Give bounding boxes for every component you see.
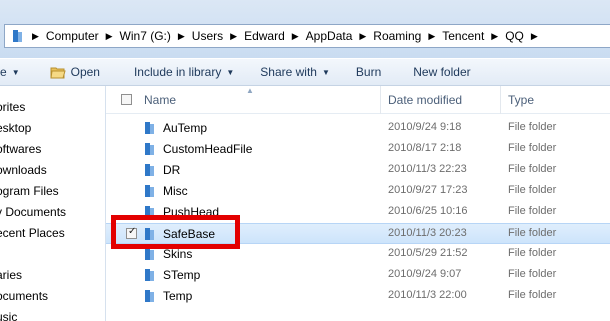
column-divider[interactable]: [500, 86, 501, 114]
list-item[interactable]: Temp 2010/11/3 22:00 File folder: [106, 286, 610, 307]
crumb-edward[interactable]: Edward: [240, 25, 289, 47]
folder-icon: [145, 164, 154, 176]
folder-icon: [13, 30, 22, 42]
file-date: 2010/6/25 10:16: [388, 205, 468, 217]
file-type: File folder: [508, 289, 557, 301]
file-name: DR: [163, 163, 181, 177]
command-bar: e ▼ Open Include in library ▼ Share with…: [0, 58, 610, 86]
nav-item-my-documents[interactable]: y Documents: [0, 205, 66, 219]
file-name: CustomHeadFile: [163, 142, 253, 156]
crumb-users[interactable]: Users: [188, 25, 227, 47]
new-folder-button[interactable]: New folder: [405, 61, 478, 83]
file-type: File folder: [508, 227, 557, 239]
include-in-library-button[interactable]: Include in library ▼: [126, 61, 242, 83]
nav-item-program-files[interactable]: ogram Files: [0, 184, 59, 198]
breadcrumb[interactable]: ▶ Computer ▶ Win7 (G:) ▶ Users ▶ Edward …: [4, 24, 610, 48]
breadcrumb-arrow-icon[interactable]: ▶: [528, 31, 541, 42]
folder-icon: [145, 143, 154, 155]
folder-icon: [145, 185, 154, 197]
nav-item-desktop[interactable]: esktop: [0, 121, 31, 135]
crumb-computer[interactable]: Computer: [42, 25, 103, 47]
file-date: 2010/11/3 22:23: [388, 163, 467, 175]
list-item[interactable]: CustomHeadFile 2010/8/17 2:18 File folde…: [106, 139, 610, 160]
organize-label: e: [0, 65, 7, 79]
file-name: Temp: [163, 289, 193, 303]
file-type: File folder: [508, 268, 557, 280]
open-label: Open: [70, 65, 100, 79]
list-item[interactable]: Misc 2010/9/27 17:23 File folder: [106, 181, 610, 202]
file-type: File folder: [508, 205, 557, 217]
crumb-tencent[interactable]: Tencent: [438, 25, 488, 47]
breadcrumb-arrow-icon[interactable]: ▶: [103, 31, 116, 42]
organize-button[interactable]: e ▼: [0, 61, 28, 83]
file-type: File folder: [508, 184, 557, 196]
breadcrumb-arrow-icon[interactable]: ▶: [175, 31, 188, 42]
address-bar-area: ▶ Computer ▶ Win7 (G:) ▶ Users ▶ Edward …: [0, 0, 610, 58]
list-item[interactable]: AuTemp 2010/9/24 9:18 File folder: [106, 118, 610, 139]
nav-item-favorites[interactable]: orites: [0, 100, 25, 114]
column-type[interactable]: Type: [508, 93, 534, 107]
burn-label: Burn: [355, 65, 382, 79]
file-name: AuTemp: [163, 121, 208, 135]
caret-down-icon: ▼: [11, 67, 20, 77]
file-date: 2010/9/24 9:07: [388, 268, 462, 280]
nav-item-recent-places[interactable]: ecent Places: [0, 226, 65, 240]
navigation-pane: orites esktop oftwares ownloads ogram Fi…: [0, 86, 106, 321]
breadcrumb-arrow-icon[interactable]: ▶: [29, 31, 42, 42]
nav-item-softwares[interactable]: oftwares: [0, 142, 41, 156]
share-label: Share with: [260, 65, 317, 79]
column-date-modified[interactable]: Date modified: [388, 93, 462, 107]
breadcrumb-arrow-icon[interactable]: ▶: [227, 31, 240, 42]
folder-icon: [50, 67, 66, 79]
folder-icon: [145, 122, 154, 134]
crumb-appdata[interactable]: AppData: [302, 25, 357, 47]
column-header: ▲ Name Date modified Type: [106, 86, 610, 114]
file-date: 2010/11/3 20:23: [388, 227, 467, 239]
select-all-checkbox[interactable]: [121, 94, 132, 105]
file-date: 2010/5/29 21:52: [388, 247, 468, 259]
caret-down-icon: ▼: [321, 67, 330, 77]
folder-icon: [145, 269, 154, 281]
file-list: ▲ Name Date modified Type AuTemp 2010/9/…: [106, 86, 610, 321]
file-date: 2010/9/27 17:23: [388, 184, 468, 196]
column-name[interactable]: Name: [144, 93, 176, 107]
nav-item-music[interactable]: usic: [0, 310, 17, 321]
breadcrumb-arrow-icon[interactable]: ▶: [488, 31, 501, 42]
nav-item-downloads[interactable]: ownloads: [0, 163, 47, 177]
file-type: File folder: [508, 163, 557, 175]
crumb-roaming[interactable]: Roaming: [369, 25, 425, 47]
highlight-annotation-box: [111, 215, 240, 249]
crumb-drive[interactable]: Win7 (G:): [116, 25, 175, 47]
nav-item-documents[interactable]: ocuments: [0, 289, 48, 303]
breadcrumb-arrow-icon[interactable]: ▶: [289, 31, 302, 42]
nav-item-libraries[interactable]: aries: [0, 268, 22, 282]
column-divider[interactable]: [380, 86, 381, 114]
file-date: 2010/9/24 9:18: [388, 121, 462, 133]
file-type: File folder: [508, 142, 557, 154]
burn-button[interactable]: Burn: [348, 61, 389, 83]
file-name: Misc: [163, 184, 188, 198]
file-type: File folder: [508, 247, 557, 259]
list-item[interactable]: STemp 2010/9/24 9:07 File folder: [106, 265, 610, 286]
folder-icon: [145, 248, 154, 260]
breadcrumb-arrow-icon[interactable]: ▶: [356, 31, 369, 42]
open-button[interactable]: Open: [42, 61, 108, 83]
file-type: File folder: [508, 121, 557, 133]
crumb-qq[interactable]: QQ: [501, 25, 528, 47]
file-date: 2010/8/17 2:18: [388, 142, 462, 154]
include-label: Include in library: [133, 65, 222, 79]
list-item[interactable]: DR 2010/11/3 22:23 File folder: [106, 160, 610, 181]
caret-down-icon: ▼: [226, 67, 235, 77]
sort-arrow-icon: ▲: [246, 86, 254, 95]
folder-icon: [145, 290, 154, 302]
file-name: STemp: [163, 268, 201, 282]
file-date: 2010/11/3 22:00: [388, 289, 467, 301]
new-folder-label: New folder: [413, 65, 471, 79]
file-name: Skins: [163, 247, 193, 261]
breadcrumb-arrow-icon[interactable]: ▶: [425, 31, 438, 42]
share-with-button[interactable]: Share with ▼: [252, 61, 338, 83]
